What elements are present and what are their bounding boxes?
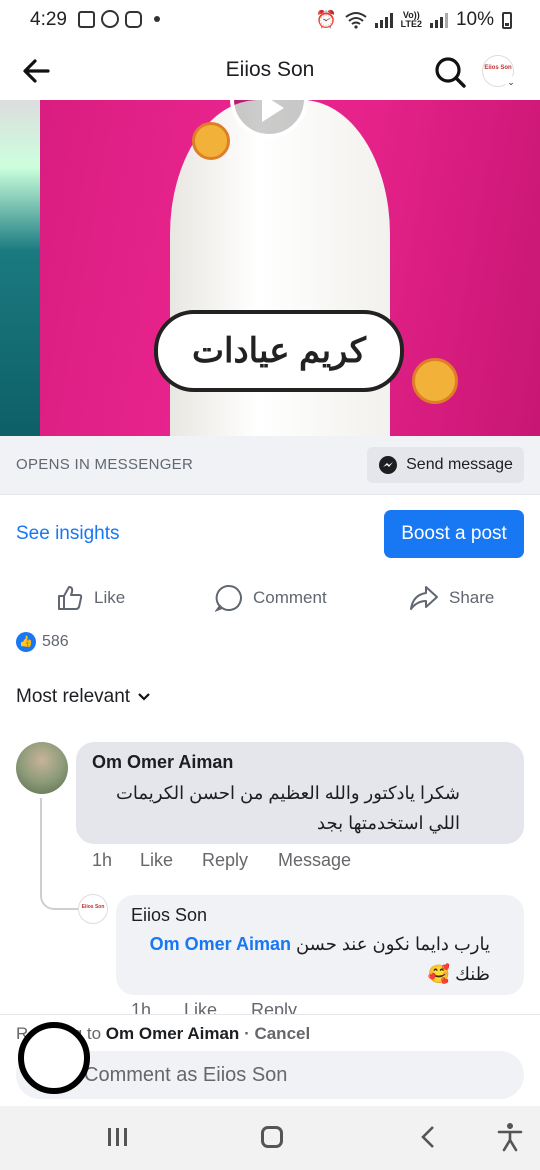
battery-percent: 10% bbox=[455, 9, 494, 30]
reply-text: يارب دايما نكون عند حسن Om Omer Aiman ظن… bbox=[130, 929, 490, 989]
reply-author[interactable]: Eiios Son bbox=[131, 905, 207, 926]
status-bar: 4:29 ⏰ Vo)) LTE2 10% bbox=[0, 0, 540, 44]
assistive-touch-button[interactable] bbox=[18, 1022, 90, 1094]
comment-sort-dropdown[interactable]: Most relevant bbox=[16, 686, 150, 708]
messenger-icon bbox=[379, 456, 398, 474]
video-background-shelf bbox=[0, 100, 40, 436]
status-right: ⏰ Vo)) LTE2 10% bbox=[315, 9, 512, 31]
shirt-patch bbox=[412, 358, 458, 404]
comment-text: شكرا يادكتور والله العظيم من احسن الكريم… bbox=[115, 783, 460, 833]
reply-time: 1h bbox=[131, 1000, 152, 1014]
chevron-down-icon: ⌄ bbox=[505, 76, 517, 88]
reply-author-avatar[interactable]: Eiios Son bbox=[78, 894, 108, 924]
page-avatar-switcher[interactable]: Eiios Son ⌄ bbox=[482, 55, 517, 88]
shirt-patch bbox=[192, 122, 230, 160]
comment-time: 1h bbox=[92, 850, 113, 870]
reply-text-body: يارب دايما نكون عند حسن bbox=[295, 934, 490, 954]
comment-reply-button[interactable]: Reply bbox=[202, 850, 278, 871]
share-arrow-icon bbox=[410, 586, 438, 610]
notification-icons bbox=[78, 10, 160, 28]
comment-actions: 1h Like Reply Message bbox=[92, 850, 351, 871]
video-caption: كريم عيادات bbox=[154, 310, 404, 392]
reaction-count: 586 bbox=[42, 633, 69, 650]
like-button[interactable]: Like bbox=[56, 581, 125, 615]
status-time: 4:29 bbox=[30, 9, 67, 30]
reply-like-button[interactable]: Like bbox=[184, 1000, 246, 1014]
accessibility-icon[interactable] bbox=[496, 1122, 524, 1152]
reply-actions: 1h Like Reply bbox=[131, 1000, 297, 1014]
top-app-bar: Eiios Son Eiios Son ⌄ bbox=[0, 44, 540, 101]
instagram-icon bbox=[125, 10, 142, 28]
see-insights-link[interactable]: See insights bbox=[16, 523, 120, 545]
opens-in-messenger-label: OPENS IN MESSENGER bbox=[16, 456, 194, 473]
boost-post-button[interactable]: Boost a post bbox=[384, 510, 524, 558]
like-reaction-icon: 👍 bbox=[16, 632, 36, 652]
reactions-summary[interactable]: 👍 586 bbox=[16, 632, 69, 652]
home-icon[interactable] bbox=[261, 1126, 283, 1148]
wifi-icon bbox=[345, 12, 367, 29]
comment-button[interactable]: Comment bbox=[215, 581, 327, 615]
like-label: Like bbox=[94, 588, 126, 607]
sort-label: Most relevant bbox=[16, 686, 131, 707]
avatar-logo-text: Eiios Son bbox=[484, 65, 512, 71]
reply-thread-line bbox=[40, 798, 80, 910]
system-nav-bar bbox=[0, 1106, 540, 1170]
comment-like-button[interactable]: Like bbox=[140, 850, 202, 871]
messenger-cta-strip: OPENS IN MESSENGER Send message bbox=[0, 436, 540, 495]
alarm-icon: ⏰ bbox=[315, 10, 337, 29]
comment-input[interactable]: Comment as Eiios Son bbox=[16, 1051, 524, 1099]
signal-bars-2-icon bbox=[429, 12, 448, 28]
send-message-label: Send message bbox=[406, 456, 513, 473]
reply-text-end: ظنك 🥰 bbox=[427, 964, 490, 984]
comment-bubble[interactable]: Om Omer Aiman شكرا يادكتور والله العظيم … bbox=[76, 742, 524, 844]
battery-icon bbox=[502, 11, 512, 29]
video-player[interactable]: كريم عيادات bbox=[0, 100, 540, 436]
send-message-button[interactable]: Send message bbox=[367, 447, 524, 483]
whatsapp-icon bbox=[101, 10, 119, 28]
comment-label: Comment bbox=[253, 588, 327, 607]
reply-reply-button[interactable]: Reply bbox=[251, 1000, 297, 1014]
thumbs-up-icon bbox=[58, 586, 83, 610]
share-label: Share bbox=[449, 588, 495, 607]
gallery-icon bbox=[78, 10, 95, 28]
replying-to-name: Om Omer Aiman bbox=[105, 1024, 240, 1043]
comment-message-button[interactable]: Message bbox=[278, 850, 351, 871]
comment-author[interactable]: Om Omer Aiman bbox=[92, 752, 233, 773]
comment-placeholder: Comment as Eiios Son bbox=[84, 1064, 288, 1086]
system-back-icon[interactable] bbox=[414, 1122, 444, 1152]
chevron-down-icon bbox=[138, 693, 150, 701]
search-icon[interactable] bbox=[432, 54, 468, 90]
reply-mention[interactable]: Om Omer Aiman bbox=[150, 934, 291, 954]
more-notifications-dot bbox=[154, 16, 160, 22]
reply-avatar-logo-text: Eiios Son bbox=[81, 904, 105, 910]
reply-bubble[interactable]: Eiios Son يارب دايما نكون عند حسن Om Ome… bbox=[116, 895, 524, 995]
commenter-avatar[interactable] bbox=[16, 742, 68, 794]
cancel-reply-button[interactable]: · Cancel bbox=[244, 1024, 310, 1043]
share-button[interactable]: Share bbox=[409, 581, 494, 615]
network-type: Vo)) LTE2 bbox=[400, 10, 422, 29]
signal-bars-icon bbox=[374, 12, 393, 28]
comment-bubble-icon bbox=[215, 584, 242, 612]
recent-apps-icon[interactable] bbox=[108, 1128, 132, 1151]
